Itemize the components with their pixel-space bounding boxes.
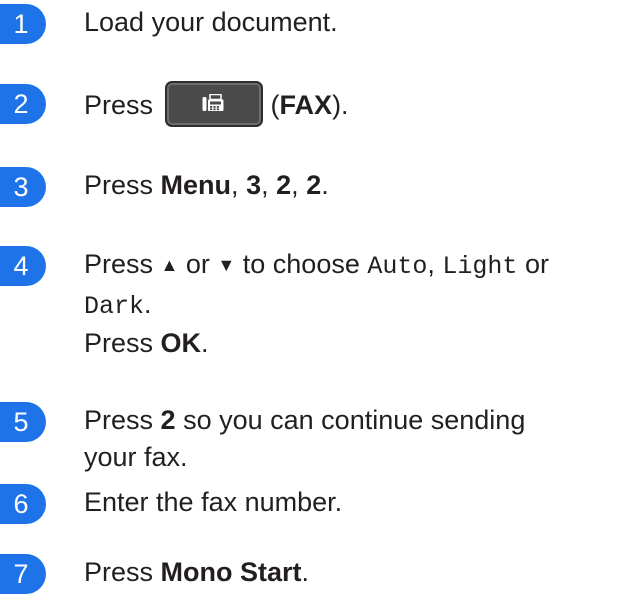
step-number-badge: 4 (0, 246, 46, 286)
instruction-page: 1 Load your document. 2 Press (FAX). 3 P… (0, 0, 622, 594)
step-number-badge: 6 (0, 484, 46, 524)
press-word: Press (84, 557, 154, 587)
mono-start-key: Mono Start (160, 557, 302, 587)
or-word: or (185, 249, 210, 279)
option-light: Light (442, 252, 518, 281)
period: . (301, 557, 310, 587)
period: . (201, 328, 209, 358)
separator: , (261, 170, 269, 200)
step-number-badge: 3 (0, 167, 46, 207)
step-number-badge: 5 (0, 402, 46, 442)
paren-open: ( (270, 90, 280, 121)
step-text: Press 2 so you can continue sending your… (84, 402, 604, 476)
option-dark: Dark (84, 292, 145, 321)
step-1-text: Load your document. (84, 7, 338, 37)
down-arrow-icon: ▼ (217, 255, 236, 275)
separator: , (231, 170, 239, 200)
step-text: Enter the fax number. (84, 484, 604, 521)
step-6-text: Enter the fax number. (84, 487, 343, 517)
key-2: 2 (160, 405, 176, 435)
menu-key: Menu (160, 170, 232, 200)
continue-text: so you can continue sending (183, 405, 526, 435)
separator: , (291, 170, 299, 200)
step-number-badge: 7 (0, 554, 46, 594)
press-word: Press (84, 249, 154, 279)
fax-icon (202, 94, 224, 111)
step-number-badge: 1 (0, 4, 46, 44)
step-text: Press ▲ or ▼ to choose Auto, Light or Da… (84, 246, 604, 362)
key-2: 2 (276, 170, 292, 200)
press-word: Press (84, 170, 154, 200)
step-text: Press Menu, 3, 2, 2. (84, 167, 604, 204)
period: . (144, 289, 152, 319)
key-3: 3 (246, 170, 262, 200)
fax-label: FAX (279, 90, 333, 121)
ok-key: OK (160, 328, 202, 358)
option-auto: Auto (367, 252, 428, 281)
press-word: Press (84, 90, 154, 121)
to-choose-text: to choose (242, 249, 360, 279)
press-word: Press (84, 328, 154, 358)
continue-text-line2: your fax. (84, 442, 188, 472)
up-arrow-icon: ▲ (160, 255, 179, 275)
paren-close: ). (332, 90, 349, 121)
step-text: Press Mono Start. (84, 554, 604, 591)
press-word: Press (84, 405, 154, 435)
fax-button-image (164, 81, 263, 127)
comma: , (427, 249, 435, 279)
or-word: or (524, 249, 549, 279)
step-number-badge: 2 (0, 84, 46, 124)
step-text: Load your document. (84, 4, 604, 41)
step-text: Press (FAX). (84, 81, 604, 130)
period: . (321, 170, 329, 200)
key-2-again: 2 (306, 170, 322, 200)
